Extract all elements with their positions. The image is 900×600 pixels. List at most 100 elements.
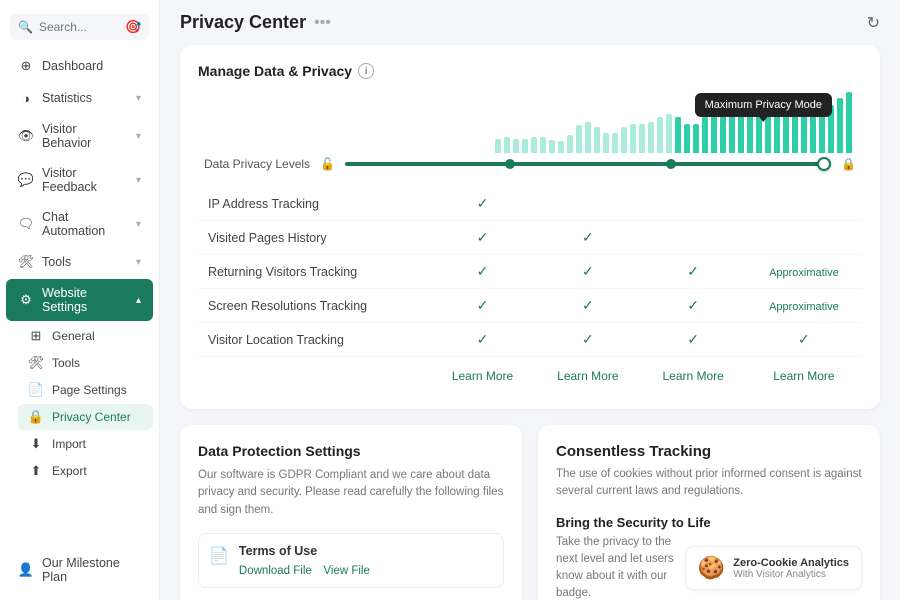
approximative-label: Approximative: [769, 267, 839, 279]
import-icon: ⬇: [28, 436, 44, 452]
lock-icon: 🔒: [841, 157, 856, 171]
consentless-title: Consentless Tracking: [556, 443, 862, 460]
terms-title: Terms of Use: [239, 544, 378, 558]
privacy-bar: [846, 92, 852, 153]
feature-label: Visitor Location Tracking: [198, 323, 430, 357]
slider-thumb[interactable]: [817, 157, 831, 171]
chevron-down-icon: ▾: [136, 131, 141, 142]
chevron-up-icon: ▴: [136, 295, 141, 306]
more-options-button[interactable]: •••: [314, 14, 331, 32]
general-icon: ⊞: [28, 328, 44, 344]
sidebar-item-export[interactable]: ⬆ Export: [18, 458, 153, 484]
chevron-down-icon: ▾: [136, 175, 141, 186]
sidebar-item-website-settings[interactable]: ⚙ Website Settings ▴: [6, 279, 153, 321]
feature-check: ✓: [430, 187, 535, 221]
bring-security-description: Take the privacy to the next level and l…: [556, 534, 675, 600]
check-icon: ✓: [687, 297, 699, 313]
privacy-bar: [702, 117, 708, 153]
bring-security-title: Bring the Security to Life: [556, 515, 862, 530]
slider-marker-1: [505, 159, 515, 169]
privacy-bar: [594, 127, 600, 153]
view-file-link-terms[interactable]: View File: [323, 565, 369, 577]
sidebar-label-import: Import: [52, 437, 86, 451]
data-protection-card: Data Protection Settings Our software is…: [180, 425, 522, 600]
privacy-bar: [504, 137, 510, 153]
data-protection-title: Data Protection Settings: [198, 443, 504, 459]
search-input[interactable]: [39, 20, 119, 34]
data-privacy-slider-row: Data Privacy Levels 🔓 🔒: [198, 157, 862, 171]
page-header: Privacy Center ••• ↻: [160, 0, 900, 45]
check-icon: ✓: [582, 297, 594, 313]
manage-privacy-title: Manage Data & Privacy i: [198, 63, 862, 79]
privacy-center-icon: 🔒: [28, 409, 44, 425]
privacy-bar: [639, 124, 645, 153]
privacy-bar: [567, 135, 573, 153]
check-icon: ✓: [477, 331, 489, 347]
slider-label: Data Privacy Levels: [204, 157, 310, 171]
consentless-tracking-card: Consentless Tracking The use of cookies …: [538, 425, 880, 600]
privacy-slider-section: Maximum Privacy Mode Data Privacy Levels…: [198, 93, 862, 171]
sidebar-item-general[interactable]: ⊞ General: [18, 323, 153, 349]
sidebar-item-visitor-behavior[interactable]: 👁 Visitor Behavior ▾: [6, 115, 153, 157]
privacy-bar: [495, 139, 501, 153]
sidebar-label-dashboard: Dashboard: [42, 59, 103, 73]
learn-more-link-1[interactable]: Learn More: [452, 369, 513, 383]
sidebar-item-dashboard[interactable]: ⊕ Dashboard: [6, 51, 153, 81]
chevron-down-icon: ▾: [136, 219, 141, 230]
feature-label: Visited Pages History: [198, 221, 430, 255]
main-content: Privacy Center ••• ↻ Manage Data & Priva…: [160, 0, 900, 600]
sidebar-item-statistics[interactable]: ◑ Statistics ▾: [6, 83, 153, 113]
check-icon: ✓: [582, 331, 594, 347]
refresh-button[interactable]: ↻: [867, 13, 880, 33]
privacy-bar: [621, 127, 627, 153]
privacy-level-slider[interactable]: [345, 162, 831, 166]
info-icon[interactable]: i: [358, 63, 374, 79]
approximative-label: Approximative: [769, 301, 839, 313]
privacy-features-table: IP Address Tracking ✓ Visited Pages Hist…: [198, 187, 862, 391]
discover-icon: 🎯: [125, 19, 141, 35]
search-bar[interactable]: 🔍 🎯: [10, 14, 149, 40]
bring-security-section: Bring the Security to Life Take the priv…: [556, 515, 862, 600]
chevron-down-icon: ▾: [136, 257, 141, 268]
table-row: Screen Resolutions Tracking ✓ ✓ ✓ Approx…: [198, 289, 862, 323]
learn-more-link-3[interactable]: Learn More: [662, 369, 723, 383]
privacy-bar: [603, 133, 609, 153]
sidebar-item-milestone[interactable]: 👤 Our Milestone Plan: [6, 549, 153, 591]
sidebar-item-tools[interactable]: 🛠 Tools ▾: [6, 247, 153, 277]
sidebar-item-tools-sub[interactable]: 🛠 Tools: [18, 350, 153, 376]
learn-more-link-4[interactable]: Learn More: [773, 369, 834, 383]
feature-label: Screen Resolutions Tracking: [198, 289, 430, 323]
check-icon: ✓: [687, 263, 699, 279]
sidebar-item-visitor-feedback[interactable]: 💬 Visitor Feedback ▾: [6, 159, 153, 201]
privacy-bar: [558, 141, 564, 153]
tools-sub-icon: 🛠: [28, 355, 44, 371]
visitor-behavior-icon: 👁: [18, 128, 34, 144]
privacy-bar: [612, 133, 618, 153]
table-row: Visited Pages History ✓ ✓: [198, 221, 862, 255]
privacy-bar: [666, 114, 672, 153]
sidebar-label-privacy-center: Privacy Center: [52, 410, 131, 424]
privacy-bar: [549, 140, 555, 153]
sidebar-label-website-settings: Website Settings: [42, 286, 128, 314]
check-icon: ✓: [582, 229, 594, 245]
table-row: Visitor Location Tracking ✓ ✓ ✓ ✓: [198, 323, 862, 357]
privacy-bar: [540, 137, 546, 153]
sidebar-label-tools-sub: Tools: [52, 356, 80, 370]
sidebar-item-page-settings[interactable]: 📄 Page Settings: [18, 377, 153, 403]
tools-icon: 🛠: [18, 254, 34, 270]
page-title: Privacy Center: [180, 12, 306, 33]
website-settings-subnav: ⊞ General 🛠 Tools 📄 Page Settings 🔒 Priv…: [0, 322, 159, 485]
learn-more-link-2[interactable]: Learn More: [557, 369, 618, 383]
privacy-bar: [675, 117, 681, 153]
badge-title: Zero-Cookie Analytics: [733, 557, 849, 569]
dashboard-icon: ⊕: [18, 58, 34, 74]
check-icon: ✓: [798, 331, 810, 347]
sidebar-item-privacy-center[interactable]: 🔒 Privacy Center: [18, 404, 153, 430]
check-icon: ✓: [477, 263, 489, 279]
download-file-link[interactable]: Download File: [239, 565, 312, 577]
sidebar-item-chat-automation[interactable]: 🗨 Chat Automation ▾: [6, 203, 153, 245]
sidebar-item-import[interactable]: ⬇ Import: [18, 431, 153, 457]
privacy-bar: [657, 117, 663, 153]
privacy-bar: [684, 124, 690, 153]
maximum-privacy-tooltip: Maximum Privacy Mode: [695, 93, 832, 117]
